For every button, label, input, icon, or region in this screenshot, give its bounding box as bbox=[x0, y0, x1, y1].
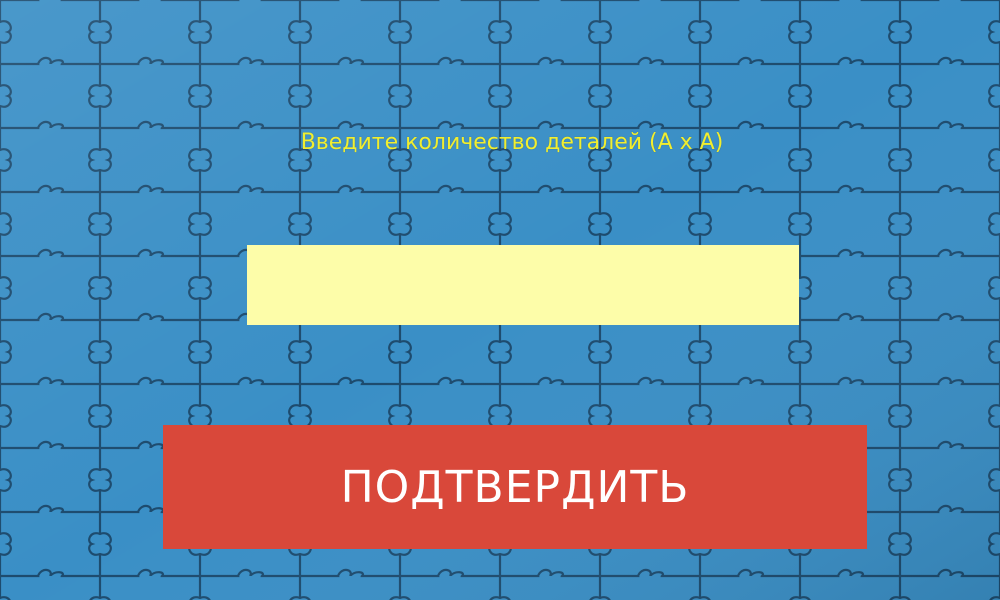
piece-count-prompt: Введите количество деталей (A x A) bbox=[300, 130, 724, 155]
piece-count-input[interactable] bbox=[247, 245, 799, 325]
confirm-button[interactable]: ПОДТВЕРДИТЬ bbox=[163, 425, 867, 549]
